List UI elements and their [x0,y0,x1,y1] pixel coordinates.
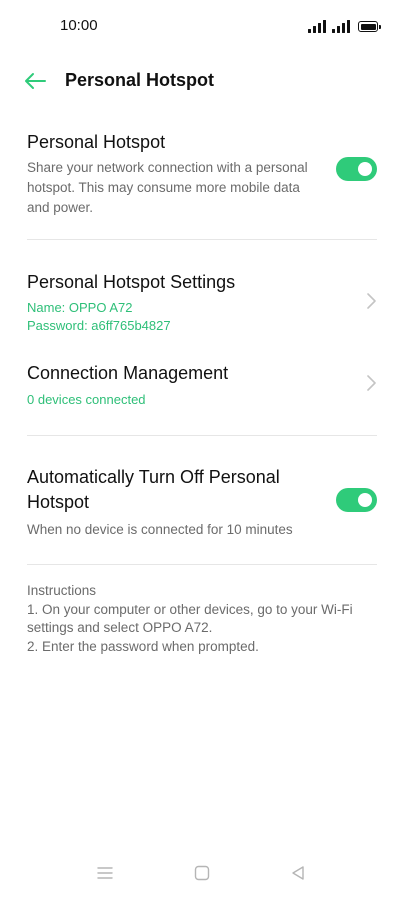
battery-icon [358,21,381,32]
instructions-step-1: 1. On your computer or other devices, go… [27,601,353,636]
hotspot-row: Personal Hotspot Share your network conn… [27,130,377,218]
connection-management-title: Connection Management [27,363,229,383]
chevron-right-icon[interactable] [365,292,377,310]
instructions-step-2: 2. Enter the password when prompted. [27,638,259,654]
back-nav-button[interactable] [287,862,309,884]
status-bar: 10:00 [0,0,404,50]
page-title: Personal Hotspot [65,70,215,90]
toggle-knob [358,493,372,507]
instructions: Instructions 1. On your computer or othe… [27,582,382,656]
menu-icon [97,867,113,879]
menu-button[interactable] [94,862,116,884]
connection-status: 0 devices connected [27,392,146,407]
hotspot-title: Personal Hotspot [27,132,166,152]
toggle-knob [358,162,372,176]
chevron-right-icon[interactable] [365,374,377,392]
divider [27,435,377,436]
divider [27,564,377,565]
home-square-icon [194,865,210,881]
app-bar: Personal Hotspot [0,60,404,102]
navigation-bar [0,850,404,894]
hotspot-settings-title: Personal Hotspot Settings [27,272,236,292]
signal-icon [308,20,326,33]
hotspot-toggle[interactable] [336,157,377,181]
status-time: 10:00 [60,17,98,34]
back-button[interactable] [22,68,48,94]
hotspot-settings-row[interactable]: Personal Hotspot Settings Name: OPPO A72… [27,270,377,335]
connection-management-row[interactable]: Connection Management 0 devices connecte… [27,361,377,409]
auto-off-description: When no device is connected for 10 minut… [27,522,293,537]
status-icons [308,17,381,33]
back-triangle-icon [292,866,304,880]
hotspot-name: Name: OPPO A72 [27,300,133,315]
hotspot-description: Share your network connection with a per… [27,160,308,215]
signal-icon [332,20,350,33]
auto-off-row: Automatically Turn Off Personal Hotspot … [27,465,377,540]
back-arrow-icon [25,73,46,89]
divider [27,239,377,240]
instructions-heading: Instructions [27,583,97,598]
hotspot-password: Password: a6ff765b4827 [27,318,171,333]
auto-off-title: Automatically Turn Off Personal Hotspot [27,467,280,512]
home-button[interactable] [191,862,213,884]
auto-off-toggle[interactable] [336,488,377,512]
